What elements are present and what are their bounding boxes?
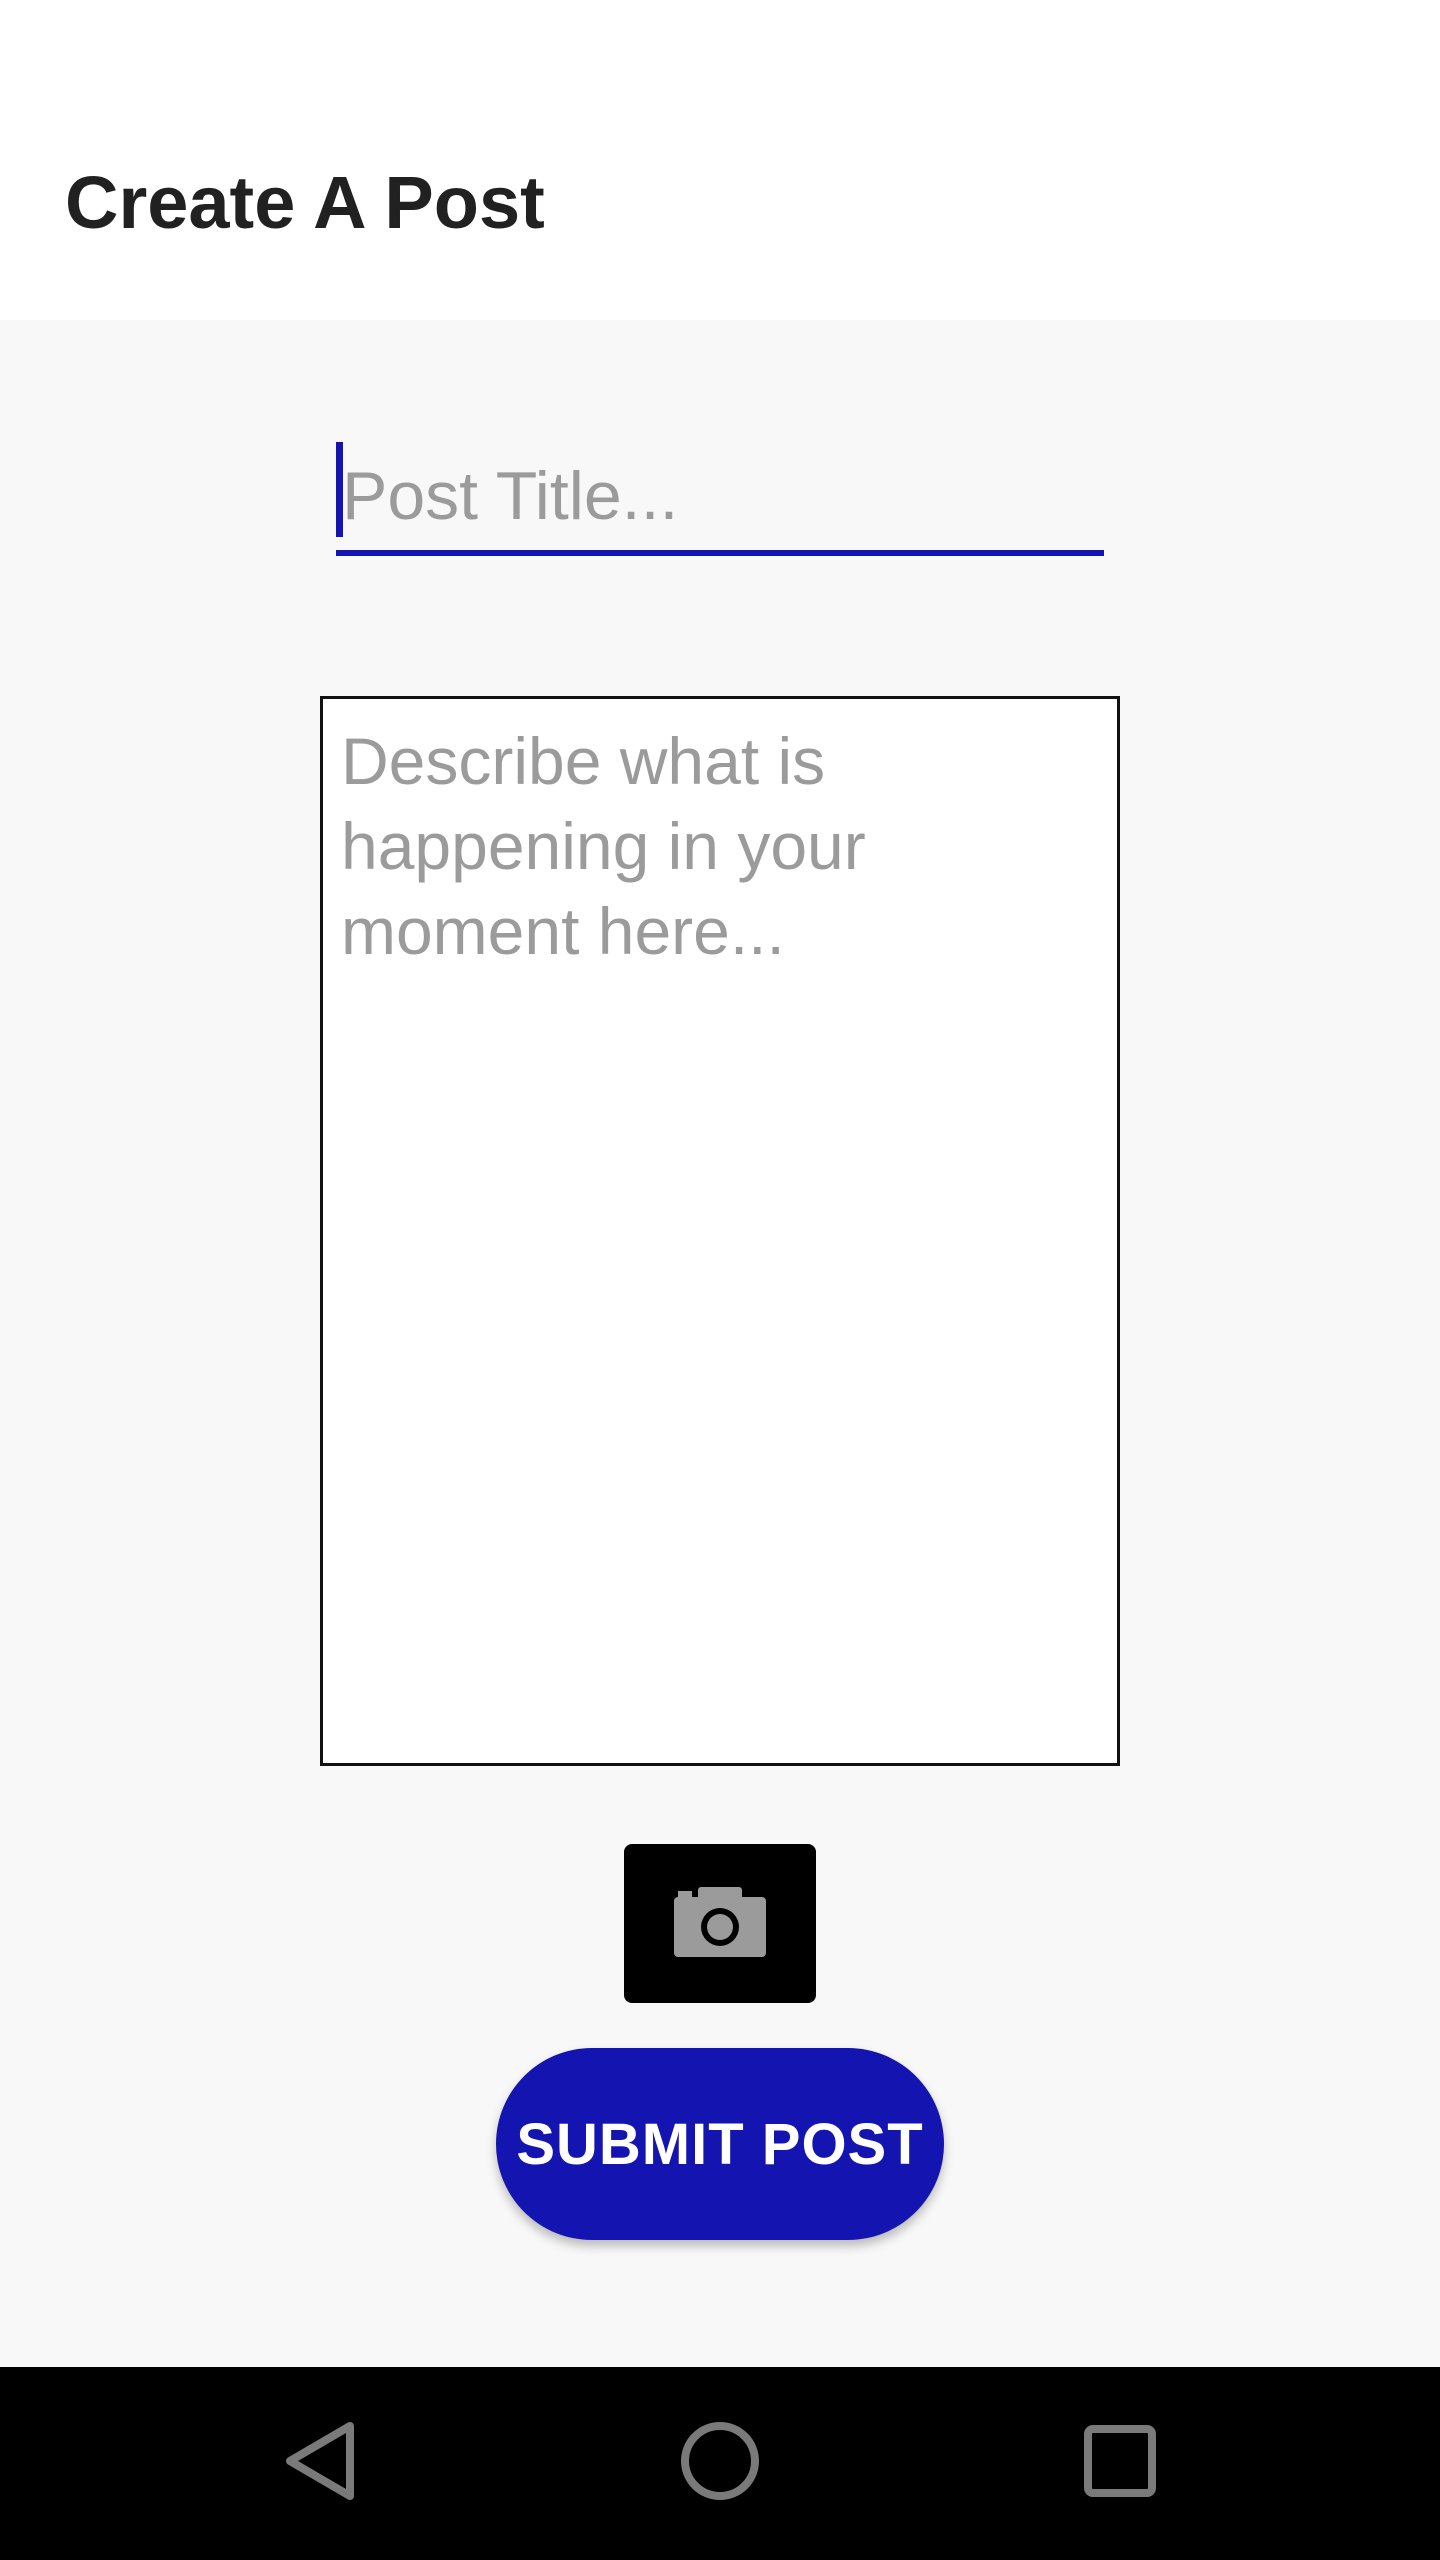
camera-button[interactable] — [624, 1844, 816, 2003]
app-bar: Create A Post — [0, 0, 1440, 320]
recents-button[interactable] — [1020, 2367, 1220, 2560]
text-cursor — [336, 442, 343, 537]
submit-post-button[interactable]: SUBMIT POST — [496, 2048, 944, 2240]
home-button[interactable] — [620, 2367, 820, 2560]
back-triangle-icon — [282, 2420, 358, 2507]
page-title: Create A Post — [65, 161, 545, 244]
system-navigation-bar — [0, 2367, 1440, 2560]
post-description-input[interactable] — [320, 696, 1120, 1766]
camera-icon — [674, 1887, 766, 1960]
home-circle-icon — [679, 2420, 761, 2507]
post-title-input[interactable] — [336, 442, 1104, 556]
back-button[interactable] — [220, 2367, 420, 2560]
recents-square-icon — [1084, 2425, 1156, 2502]
